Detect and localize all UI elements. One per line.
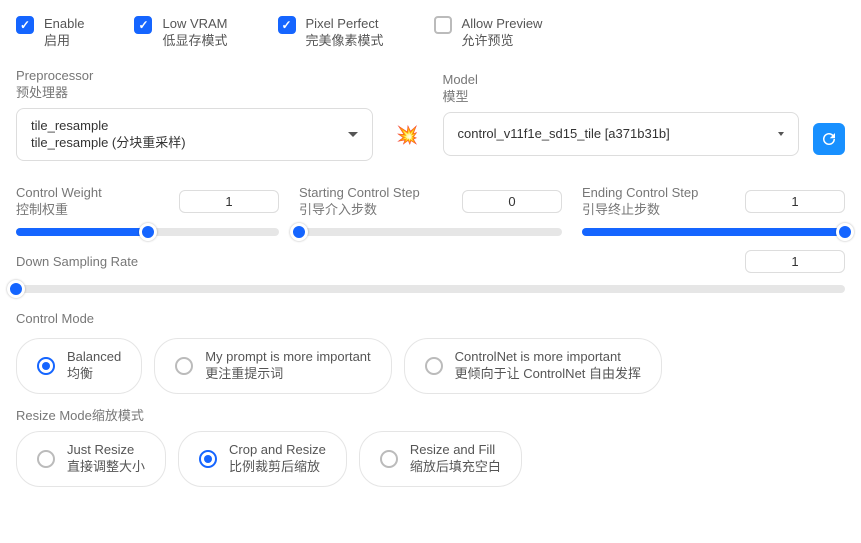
radio-icon [380,450,398,468]
explosion-icon: 💥 [396,125,418,146]
radio-icon [425,357,443,375]
ending-step-label: Ending Control Step引导终止步数 [582,185,698,219]
model-label: Model 模型 [443,72,800,106]
allow-preview-checkbox[interactable] [434,16,452,34]
refresh-models-button[interactable] [813,123,845,155]
lowvram-label: Low VRAM 低显存模式 [162,16,227,50]
control-weight-label: Control Weight控制权重 [16,185,102,219]
resize-mode-title: Resize Mode缩放模式 [16,408,845,425]
control-mode-balanced[interactable]: Balanced均衡 [16,338,142,394]
control-mode-prompt[interactable]: My prompt is more important更注重提示词 [154,338,391,394]
pixel-perfect-label: Pixel Perfect 完美像素模式 [306,16,384,50]
enable-checkbox[interactable] [16,16,34,34]
resize-fill[interactable]: Resize and Fill缩放后填充空白 [359,431,522,487]
starting-step-value[interactable]: 0 [462,190,562,213]
model-value: control_v11f1e_sd15_tile [a371b31b] [458,125,670,143]
ending-step-value[interactable]: 1 [745,190,845,213]
allow-preview-label: Allow Preview 允许预览 [462,16,543,50]
resize-crop[interactable]: Crop and Resize比例裁剪后缩放 [178,431,347,487]
lowvram-checkbox[interactable] [134,16,152,34]
starting-step-slider[interactable] [299,228,562,236]
control-weight-slider[interactable] [16,228,279,236]
preprocessor-dropdown[interactable]: tile_resample tile_resample (分块重采样) [16,108,373,161]
run-preprocessor-button[interactable]: 💥 [387,115,429,157]
preprocessor-value-zh: tile_resample (分块重采样) [31,134,186,152]
preprocessor-value-en: tile_resample [31,117,186,135]
radio-icon [199,450,217,468]
model-dropdown[interactable]: control_v11f1e_sd15_tile [a371b31b] [443,112,800,156]
control-weight-value[interactable]: 1 [179,190,279,213]
down-sampling-label: Down Sampling Rate [16,254,138,269]
preprocessor-label: Preprocessor 预处理器 [16,68,373,102]
enable-label: Enable 启用 [44,16,84,50]
resize-just[interactable]: Just Resize直接调整大小 [16,431,166,487]
radio-icon [37,357,55,375]
control-mode-title: Control Mode [16,311,845,326]
chevron-down-icon [778,132,784,136]
radio-icon [37,450,55,468]
radio-icon [175,357,193,375]
down-sampling-slider[interactable] [16,285,845,293]
down-sampling-value[interactable]: 1 [745,250,845,273]
refresh-icon [820,130,838,148]
starting-step-label: Starting Control Step引导介入步数 [299,185,420,219]
pixel-perfect-checkbox[interactable] [278,16,296,34]
ending-step-slider[interactable] [582,228,845,236]
chevron-down-icon [348,132,358,137]
control-mode-controlnet[interactable]: ControlNet is more important更倾向于让 Contro… [404,338,662,394]
